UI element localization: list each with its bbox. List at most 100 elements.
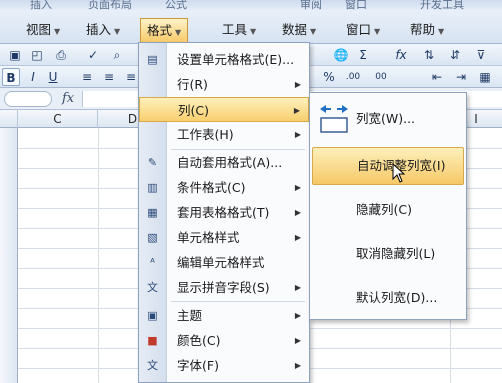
gridline (98, 128, 99, 383)
chevron-down-icon: ▼ (310, 27, 317, 36)
chevron-down-icon: ▼ (438, 27, 445, 36)
menu-item-label: 设置单元格格式(E)... (177, 52, 295, 67)
table-style-icon: ▦ (147, 206, 158, 219)
menu-item-label: 字体(F) (177, 358, 219, 373)
submenu-arrow-icon: ▶ (294, 183, 301, 192)
chevron-down-icon: ▼ (175, 28, 182, 37)
submenu-arrow-icon: ▶ (293, 106, 300, 115)
format-cells-icon: ▤ (147, 53, 158, 66)
column-header-c[interactable]: C (18, 110, 98, 128)
menu-data[interactable]: 数据 ▼ (276, 18, 322, 42)
tab-developer[interactable]: 开发工具 (420, 0, 464, 12)
cell-style-icon: ▧ (147, 231, 158, 244)
menu-item-format-cells[interactable]: ▤ 设置单元格格式(E)... (139, 47, 309, 72)
format-menu: ▤ 设置单元格格式(E)... 行(R) ▶ 列(C) ▶ 工作表(H) ▶ ✎… (138, 42, 310, 383)
submenu-item-hide[interactable]: 隐藏列(C) (312, 193, 464, 227)
chevron-down-icon: ▼ (374, 27, 381, 36)
bold-button[interactable]: B (2, 68, 20, 86)
menu-item-cell-style[interactable]: ▧ 单元格样式 ▶ (139, 225, 309, 250)
menu-item-autoformat[interactable]: ✎ 自动套用格式(A)... (139, 150, 309, 175)
ribbon-tab-strip: 插入 页面布局 公式 审阅 窗口 开发工具 (0, 0, 502, 12)
save-icon[interactable]: ▣ (6, 46, 24, 64)
submenu-item-label: 列宽(W)... (356, 111, 416, 126)
submenu-item-autofit[interactable]: 自动调整列宽(I) (312, 147, 464, 185)
menu-item-label: 工作表(H) (177, 127, 234, 142)
autosum-button[interactable]: Σ (354, 46, 372, 64)
chevron-down-icon: ▼ (114, 27, 121, 36)
menu-view[interactable]: 视图 ▼ (20, 18, 66, 42)
select-all-corner[interactable] (0, 110, 18, 128)
tab-review[interactable]: 审阅 (300, 0, 322, 12)
chevron-down-icon: ▼ (54, 27, 61, 36)
submenu-arrow-icon: ▶ (294, 130, 301, 139)
menu-insert[interactable]: 插入 ▼ (80, 18, 126, 42)
mouse-cursor-icon (392, 163, 406, 183)
phonetic-icon: 文 (147, 281, 158, 294)
menu-item-label: 颜色(C) (177, 333, 221, 348)
row-headers[interactable] (0, 128, 18, 383)
column-submenu: 列宽(W)... 自动调整列宽(I) 隐藏列(C) 取消隐藏列(L) 默认列宽(… (309, 92, 467, 320)
menu-item-table-style[interactable]: ▦ 套用表格格式(T) ▶ (139, 200, 309, 225)
spellcheck-icon[interactable]: ✓ (84, 46, 102, 64)
column-i-label: I (474, 112, 478, 126)
menu-separator (171, 301, 305, 302)
align-center-icon[interactable]: ≡ (100, 68, 118, 86)
fx-label[interactable]: fx (62, 91, 74, 106)
outdent-icon[interactable]: ⇤ (428, 68, 446, 86)
hyperlink-icon[interactable]: 🌐 (332, 46, 350, 64)
research-icon[interactable]: ⌕ (108, 46, 126, 64)
menu-item-edit-cell-style[interactable]: ᴬ 编辑单元格样式 (139, 250, 309, 275)
filter-icon[interactable]: ⊽ (472, 46, 490, 64)
submenu-arrow-icon: ▶ (294, 283, 301, 292)
menu-item-sheet[interactable]: 工作表(H) ▶ (139, 122, 309, 147)
theme-icon: ▣ (147, 309, 158, 322)
submenu-item-standard-width[interactable]: 默认列宽(D)... (312, 281, 464, 315)
decimal-decrease-button[interactable]: 00 (372, 68, 390, 86)
menu-item-column[interactable]: 列(C) ▶ (139, 97, 309, 122)
italic-button[interactable]: I (24, 68, 42, 86)
underline-button[interactable]: U (44, 68, 62, 86)
menu-item-label: 套用表格格式(T) (177, 205, 270, 220)
sort-ascending-icon[interactable]: ⇅ (420, 46, 438, 64)
submenu-arrow-icon: ▶ (294, 80, 301, 89)
menu-item-label: 单元格样式 (177, 230, 240, 245)
print-preview-icon[interactable]: ◰ (28, 46, 46, 64)
submenu-item-unhide[interactable]: 取消隐藏列(L) (312, 237, 464, 271)
menu-format[interactable]: 格式 ▼ (140, 18, 189, 42)
column-c-label: C (53, 112, 62, 126)
insert-function-button[interactable]: fx (392, 46, 410, 64)
sort-descending-icon[interactable]: ⇵ (446, 46, 464, 64)
print-icon[interactable]: ⎙ (52, 46, 70, 64)
tab-page-layout[interactable]: 页面布局 (88, 0, 132, 12)
menu-item-theme[interactable]: ▣ 主题 ▶ (139, 303, 309, 328)
menu-item-label: 条件格式(C) (177, 180, 246, 195)
chevron-down-icon: ▼ (250, 27, 257, 36)
menu-item-font[interactable]: 文 字体(F) ▶ (139, 353, 309, 378)
indent-icon[interactable]: ⇥ (452, 68, 470, 86)
name-box[interactable] (4, 91, 52, 107)
menu-item-color[interactable]: ■ 颜色(C) ▶ (139, 328, 309, 353)
submenu-arrow-icon: ▶ (294, 208, 301, 217)
menu-tools[interactable]: 工具 ▼ (216, 18, 262, 42)
menu-item-row[interactable]: 行(R) ▶ (139, 72, 309, 97)
submenu-item-label: 取消隐藏列(L) (356, 246, 436, 261)
submenu-item-column-width[interactable]: 列宽(W)... (312, 99, 464, 139)
menu-item-label: 列(C) (178, 103, 209, 118)
tab-insert[interactable]: 插入 (30, 0, 52, 12)
color-icon: ■ (147, 334, 158, 347)
menu-item-conditional-format[interactable]: ▥ 条件格式(C) ▶ (139, 175, 309, 200)
menu-item-phonetic[interactable]: 文 显示拼音字段(S) ▶ (139, 275, 309, 300)
menu-item-label: 行(R) (177, 77, 208, 92)
percent-button[interactable]: % (320, 68, 338, 86)
menu-view-label: 视图 (26, 22, 52, 37)
decimal-increase-button[interactable]: .00 (344, 68, 362, 86)
submenu-arrow-icon: ▶ (294, 233, 301, 242)
menu-help[interactable]: 帮助 ▼ (404, 18, 450, 42)
column-d-label: D (127, 112, 138, 126)
menu-window[interactable]: 窗口 ▼ (340, 18, 386, 42)
tab-window[interactable]: 窗口 (345, 0, 367, 12)
autoformat-icon: ✎ (147, 156, 158, 169)
align-left-icon[interactable]: ≡ (78, 68, 96, 86)
borders-icon[interactable]: ▦ (476, 68, 494, 86)
tab-formulas[interactable]: 公式 (165, 0, 187, 12)
